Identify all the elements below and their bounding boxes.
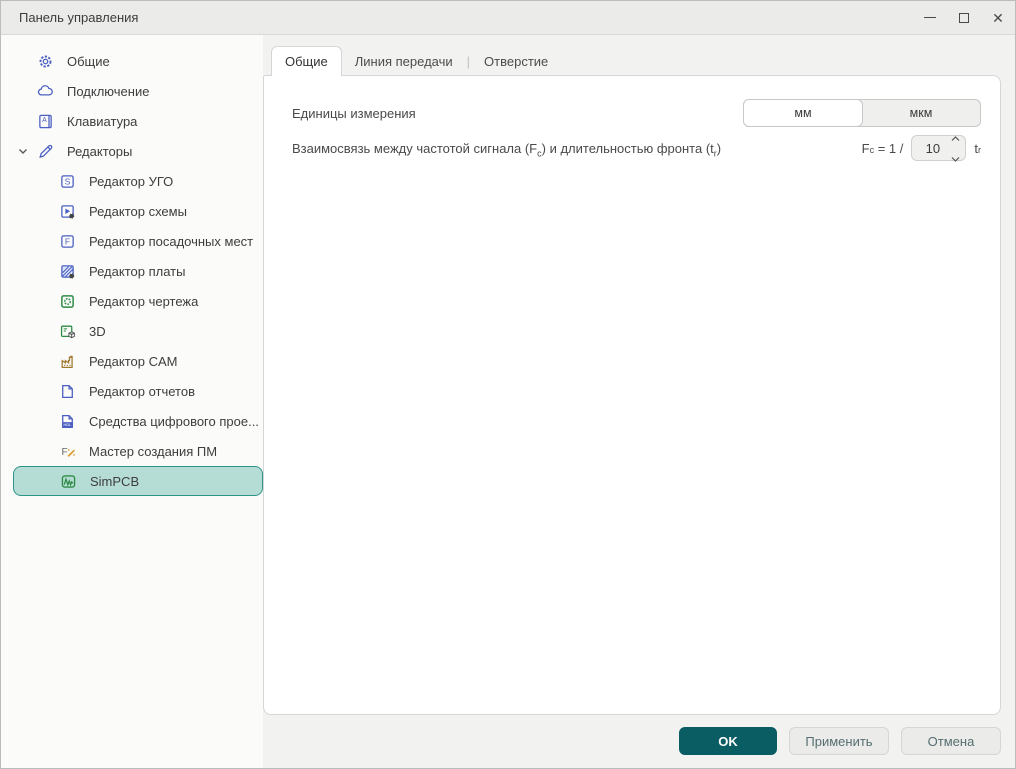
cancel-button[interactable]: Отмена bbox=[901, 727, 1001, 755]
simpcb-icon bbox=[60, 473, 77, 490]
sidebar-item-footprint-wizard[interactable]: F Мастер создания ПМ bbox=[1, 436, 263, 466]
footer: OK Применить Отмена bbox=[679, 727, 1001, 755]
sidebar-item-label: Редактор схемы bbox=[89, 203, 187, 219]
drawing-editor-icon bbox=[59, 293, 76, 310]
tab-transmission-line[interactable]: Линия передачи bbox=[342, 46, 466, 76]
formula-prefix: Fc = 1 / bbox=[861, 140, 904, 156]
close-button[interactable]: ✕ bbox=[981, 2, 1015, 34]
minimize-button[interactable] bbox=[913, 2, 947, 34]
sidebar-item-label: Редактор чертежа bbox=[89, 293, 199, 309]
sidebar-item-label: Редактор CAM bbox=[89, 353, 178, 369]
frequency-formula: Fc = 1 / 10 tr bbox=[861, 135, 981, 162]
sidebar-item-label: Мастер создания ПМ bbox=[89, 443, 218, 459]
svg-text:F: F bbox=[61, 447, 67, 458]
sidebar-item-board-editor[interactable]: Редактор платы bbox=[1, 256, 263, 286]
spinner-buttons bbox=[951, 129, 960, 167]
tab-general[interactable]: Общие bbox=[271, 46, 342, 76]
spinner-down-icon[interactable] bbox=[951, 149, 960, 167]
ok-button[interactable]: OK bbox=[679, 727, 777, 755]
spinner-up-icon[interactable] bbox=[951, 129, 960, 147]
sidebar-item-footprint-editor[interactable]: F Редактор посадочных мест bbox=[1, 226, 263, 256]
sidebar-item-simpcb[interactable]: SimPCB bbox=[13, 466, 263, 496]
hdl-tools-icon: HDL bbox=[59, 413, 76, 430]
sidebar-item-schematic-editor[interactable]: Редактор схемы bbox=[1, 196, 263, 226]
sidebar-item-report-editor[interactable]: Редактор отчетов bbox=[1, 376, 263, 406]
keyboard-icon: A bbox=[37, 113, 54, 130]
frequency-label: Взаимосвязь между частотой сигнала (Fc) … bbox=[292, 140, 722, 159]
sidebar-item-drawing-editor[interactable]: Редактор чертежа bbox=[1, 286, 263, 316]
sidebar-item-label: Клавиатура bbox=[67, 113, 138, 129]
sidebar-item-label: Общие bbox=[67, 53, 110, 69]
report-editor-icon bbox=[59, 383, 76, 400]
sidebar-item-label: Редактор отчетов bbox=[89, 383, 195, 399]
board-editor-icon bbox=[59, 263, 76, 280]
cam-editor-icon bbox=[59, 353, 76, 370]
3d-editor-icon bbox=[59, 323, 76, 340]
sidebar-item-general[interactable]: Общие bbox=[1, 46, 263, 76]
svg-text:F: F bbox=[65, 236, 70, 246]
sidebar-item-label: Подключение bbox=[67, 83, 150, 99]
units-option-um[interactable]: мкм bbox=[862, 100, 980, 126]
sidebar-item-label: 3D bbox=[89, 323, 106, 339]
cloud-icon bbox=[37, 83, 54, 100]
footprint-wizard-icon: F bbox=[59, 443, 76, 460]
sidebar-item-label: Средства цифрового прое... bbox=[89, 413, 259, 429]
chevron-down-icon[interactable] bbox=[15, 143, 31, 159]
control-panel-window: Панель управления ✕ Общие Подключение A Кла… bbox=[0, 0, 1016, 769]
settings-panel: Единицы измерения мм мкм Взаимосвязь межд… bbox=[263, 75, 1001, 715]
tr-divisor-spinner[interactable]: 10 bbox=[911, 135, 967, 162]
sidebar-item-keyboard[interactable]: A Клавиатура bbox=[1, 106, 263, 136]
gear-icon bbox=[37, 53, 54, 70]
sidebar-item-cam-editor[interactable]: Редактор CAM bbox=[1, 346, 263, 376]
units-option-mm[interactable]: мм bbox=[743, 99, 863, 127]
symbol-editor-icon: S bbox=[59, 173, 76, 190]
svg-text:S: S bbox=[65, 176, 71, 186]
sidebar-item-label: SimPCB bbox=[90, 473, 140, 489]
sidebar: Общие Подключение A Клавиатура Редакторы S Ред… bbox=[1, 35, 263, 768]
sidebar-item-symbol-editor[interactable]: S Редактор УГО bbox=[1, 166, 263, 196]
schematic-editor-icon bbox=[59, 203, 76, 220]
sidebar-item-label: Редакторы bbox=[67, 143, 133, 159]
sidebar-item-connection[interactable]: Подключение bbox=[1, 76, 263, 106]
close-icon: ✕ bbox=[992, 9, 1004, 26]
sidebar-item-label: Редактор УГО bbox=[89, 173, 174, 189]
sidebar-item-3d[interactable]: 3D bbox=[1, 316, 263, 346]
units-label: Единицы измерения bbox=[292, 105, 416, 121]
minimize-icon bbox=[924, 17, 936, 18]
maximize-button[interactable] bbox=[947, 2, 981, 34]
apply-button[interactable]: Применить bbox=[789, 727, 889, 755]
spinner-value[interactable]: 10 bbox=[914, 141, 951, 156]
sidebar-item-editors[interactable]: Редакторы bbox=[1, 136, 263, 166]
sidebar-item-label: Редактор платы bbox=[89, 263, 186, 279]
frequency-row: Взаимосвязь между частотой сигнала (Fc) … bbox=[292, 135, 981, 162]
sidebar-item-digital-design-tools[interactable]: HDL Средства цифрового прое... bbox=[1, 406, 263, 436]
formula-suffix: tr bbox=[974, 140, 981, 156]
pencil-icon bbox=[37, 143, 54, 160]
window-title: Панель управления bbox=[19, 10, 139, 25]
tab-bar: Общие Линия передачи | Отверстие bbox=[271, 46, 561, 76]
units-toggle: мм мкм bbox=[743, 99, 981, 127]
sidebar-item-label: Редактор посадочных мест bbox=[89, 233, 254, 249]
svg-text:A: A bbox=[42, 117, 47, 124]
titlebar: Панель управления ✕ bbox=[1, 1, 1015, 35]
svg-text:HDL: HDL bbox=[63, 422, 72, 427]
units-row: Единицы измерения мм мкм bbox=[292, 99, 981, 127]
tab-via[interactable]: Отверстие bbox=[471, 46, 561, 76]
footprint-editor-icon: F bbox=[59, 233, 76, 250]
content-area: Общие Линия передачи | Отверстие Единицы из… bbox=[263, 35, 1015, 768]
maximize-icon bbox=[959, 12, 969, 23]
